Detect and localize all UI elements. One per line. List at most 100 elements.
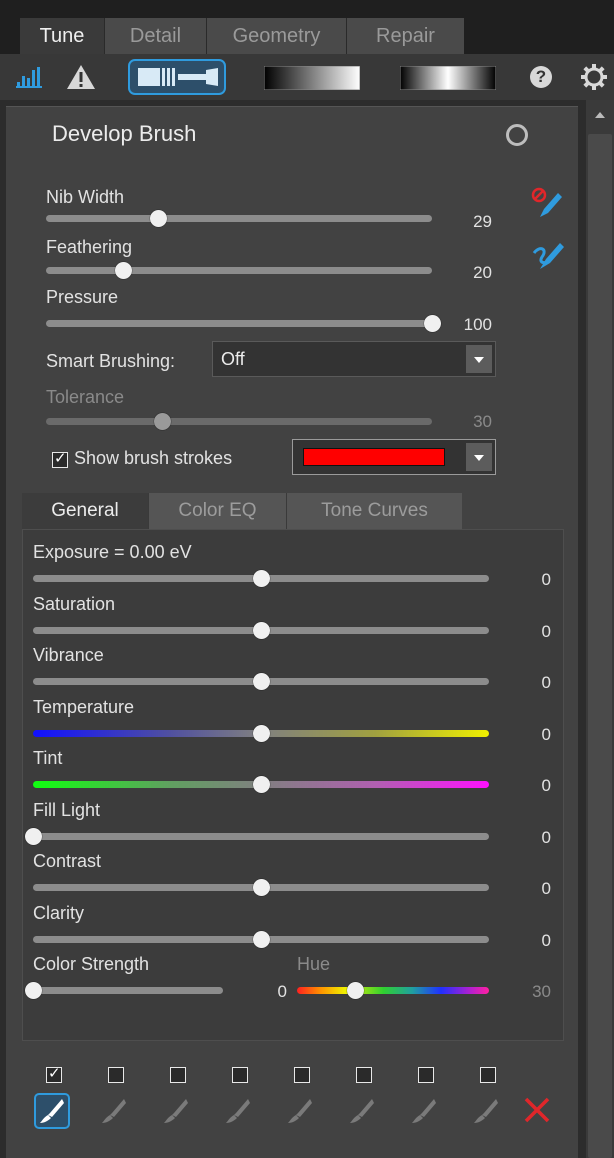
nib-width-knob[interactable] xyxy=(149,210,167,227)
saturation-value: 0 xyxy=(541,621,551,641)
histogram-icon[interactable] xyxy=(16,66,44,88)
color-strength-slider[interactable] xyxy=(33,987,223,994)
brush-slot-icon[interactable] xyxy=(406,1093,442,1129)
clarity-label: Clarity xyxy=(33,902,85,923)
brush-slot-checkbox[interactable] xyxy=(418,1067,434,1083)
help-icon[interactable]: ? xyxy=(530,66,552,88)
nib-width-slider[interactable] xyxy=(46,215,432,222)
exposure-value: 0 xyxy=(541,570,551,589)
color-strength-value: 0 xyxy=(277,982,287,1001)
panel-toggle-icon[interactable] xyxy=(506,124,528,146)
feathering-value: 20 xyxy=(473,263,492,282)
tint-knob[interactable] xyxy=(253,776,270,793)
brush-slot-checkbox[interactable] xyxy=(108,1067,124,1083)
tab-geometry[interactable]: Geometry xyxy=(206,18,346,54)
brush-slot-checkbox[interactable] xyxy=(232,1067,248,1083)
brush-slot-icon[interactable] xyxy=(96,1093,132,1129)
tolerance-slider xyxy=(46,418,432,425)
brush-slot-icon[interactable] xyxy=(220,1093,256,1129)
contrast-knob[interactable] xyxy=(253,879,270,896)
vibrance-label: Vibrance xyxy=(33,645,104,665)
brush-slot-checkbox[interactable] xyxy=(294,1067,310,1083)
fill-label: Fill Light xyxy=(33,799,101,820)
brush-slot-checkbox[interactable] xyxy=(356,1067,372,1083)
smart-brushing-select[interactable]: Off xyxy=(212,341,496,377)
gear-icon[interactable] xyxy=(580,63,608,91)
tolerance-value: 30 xyxy=(473,412,492,431)
tolerance-knob xyxy=(153,413,171,430)
feathering-knob[interactable] xyxy=(115,262,133,279)
stroke-color-swatch xyxy=(303,448,445,466)
vibrance-knob[interactable] xyxy=(253,673,270,690)
hue-knob[interactable] xyxy=(346,982,364,999)
tint-value: 0 xyxy=(541,776,551,795)
panel-title: Develop Brush xyxy=(52,121,197,146)
show-brush-strokes-checkbox[interactable] xyxy=(52,449,68,468)
hue-label: Hue xyxy=(297,954,331,974)
brush-slot-checkbox[interactable] xyxy=(170,1067,186,1083)
warning-icon[interactable] xyxy=(66,64,96,90)
saturation-knob[interactable] xyxy=(253,621,270,639)
temperature-value: 0 xyxy=(541,724,551,744)
tab-detail[interactable]: Detail xyxy=(104,18,206,54)
show-brush-strokes-label: Show brush strokes xyxy=(74,448,233,468)
clarity-knob[interactable] xyxy=(253,930,270,948)
radial-tool-icon[interactable] xyxy=(400,66,496,90)
smart-brushing-label: Smart Brushing: xyxy=(46,351,176,371)
exposure-label: Exposure = 0.00 eV xyxy=(33,542,192,562)
scrollbar[interactable] xyxy=(586,100,614,1158)
pressure-slider[interactable] xyxy=(46,320,432,327)
contrast-value: 0 xyxy=(541,879,551,898)
hue-slider[interactable] xyxy=(297,987,489,994)
develop-brush-panel: Develop Brush Nib Width 29 Feathering 20… xyxy=(6,106,578,1158)
fill-slider[interactable] xyxy=(33,832,489,840)
saturation-label: Saturation xyxy=(33,593,116,614)
contrast-label: Contrast xyxy=(33,851,102,871)
tolerance-label: Tolerance xyxy=(46,387,125,407)
vibrance-value: 0 xyxy=(541,673,551,692)
fill-value: 0 xyxy=(541,827,551,847)
scroll-thumb[interactable] xyxy=(588,134,612,1158)
clarity-value: 0 xyxy=(541,930,551,950)
general-tab-content: Exposure = 0.00 eV 0 Saturation 0 Vibrance 0 T… xyxy=(22,529,564,1041)
brush-erase-icon[interactable] xyxy=(530,187,566,223)
tab-bar: Tune Detail Geometry Repair xyxy=(0,0,614,54)
feathering-label: Feathering xyxy=(46,237,133,257)
gradient-tool-icon[interactable] xyxy=(264,66,360,90)
stroke-color-picker[interactable] xyxy=(292,439,496,475)
tab-tone-curves[interactable]: Tone Curves xyxy=(286,493,462,529)
pressure-label: Pressure xyxy=(46,287,119,307)
chevron-down-icon[interactable] xyxy=(466,345,492,373)
brush-slot-checkbox[interactable] xyxy=(46,1064,62,1083)
hue-value: 30 xyxy=(532,982,551,1001)
brush-auto-mask-icon[interactable] xyxy=(530,239,566,275)
brush-tool-icon[interactable] xyxy=(128,59,226,95)
color-strength-label: Color Strength xyxy=(33,954,150,974)
pressure-value: 100 xyxy=(463,315,492,334)
tab-repair[interactable]: Repair xyxy=(346,18,464,54)
brush-slot-icon[interactable] xyxy=(468,1093,504,1129)
tab-tune[interactable]: Tune xyxy=(20,18,104,54)
feathering-slider[interactable] xyxy=(46,267,432,274)
fill-knob[interactable] xyxy=(25,827,42,845)
temperature-knob[interactable] xyxy=(253,724,270,742)
exposure-knob[interactable] xyxy=(253,570,270,587)
color-strength-knob[interactable] xyxy=(25,982,42,999)
brush-slot-icon[interactable] xyxy=(344,1093,380,1129)
brush-slot-icon[interactable] xyxy=(282,1093,318,1129)
chevron-down-icon[interactable] xyxy=(466,443,492,471)
temperature-label: Temperature xyxy=(33,696,135,717)
nib-width-label: Nib Width xyxy=(46,187,125,207)
tab-color-eq[interactable]: Color EQ xyxy=(148,493,286,529)
delete-icon[interactable] xyxy=(522,1095,552,1125)
pressure-knob[interactable] xyxy=(424,315,441,332)
brush-slot-checkbox[interactable] xyxy=(480,1067,496,1083)
toolbar: ? xyxy=(0,54,614,100)
smart-brushing-value: Off xyxy=(221,349,245,369)
tab-general[interactable]: General xyxy=(22,493,148,529)
brush-slot-icon[interactable] xyxy=(34,1093,70,1129)
scroll-up-icon[interactable] xyxy=(586,100,614,128)
nib-width-value: 29 xyxy=(473,212,492,231)
brush-slot-icon[interactable] xyxy=(158,1093,194,1129)
tint-label: Tint xyxy=(33,748,63,768)
